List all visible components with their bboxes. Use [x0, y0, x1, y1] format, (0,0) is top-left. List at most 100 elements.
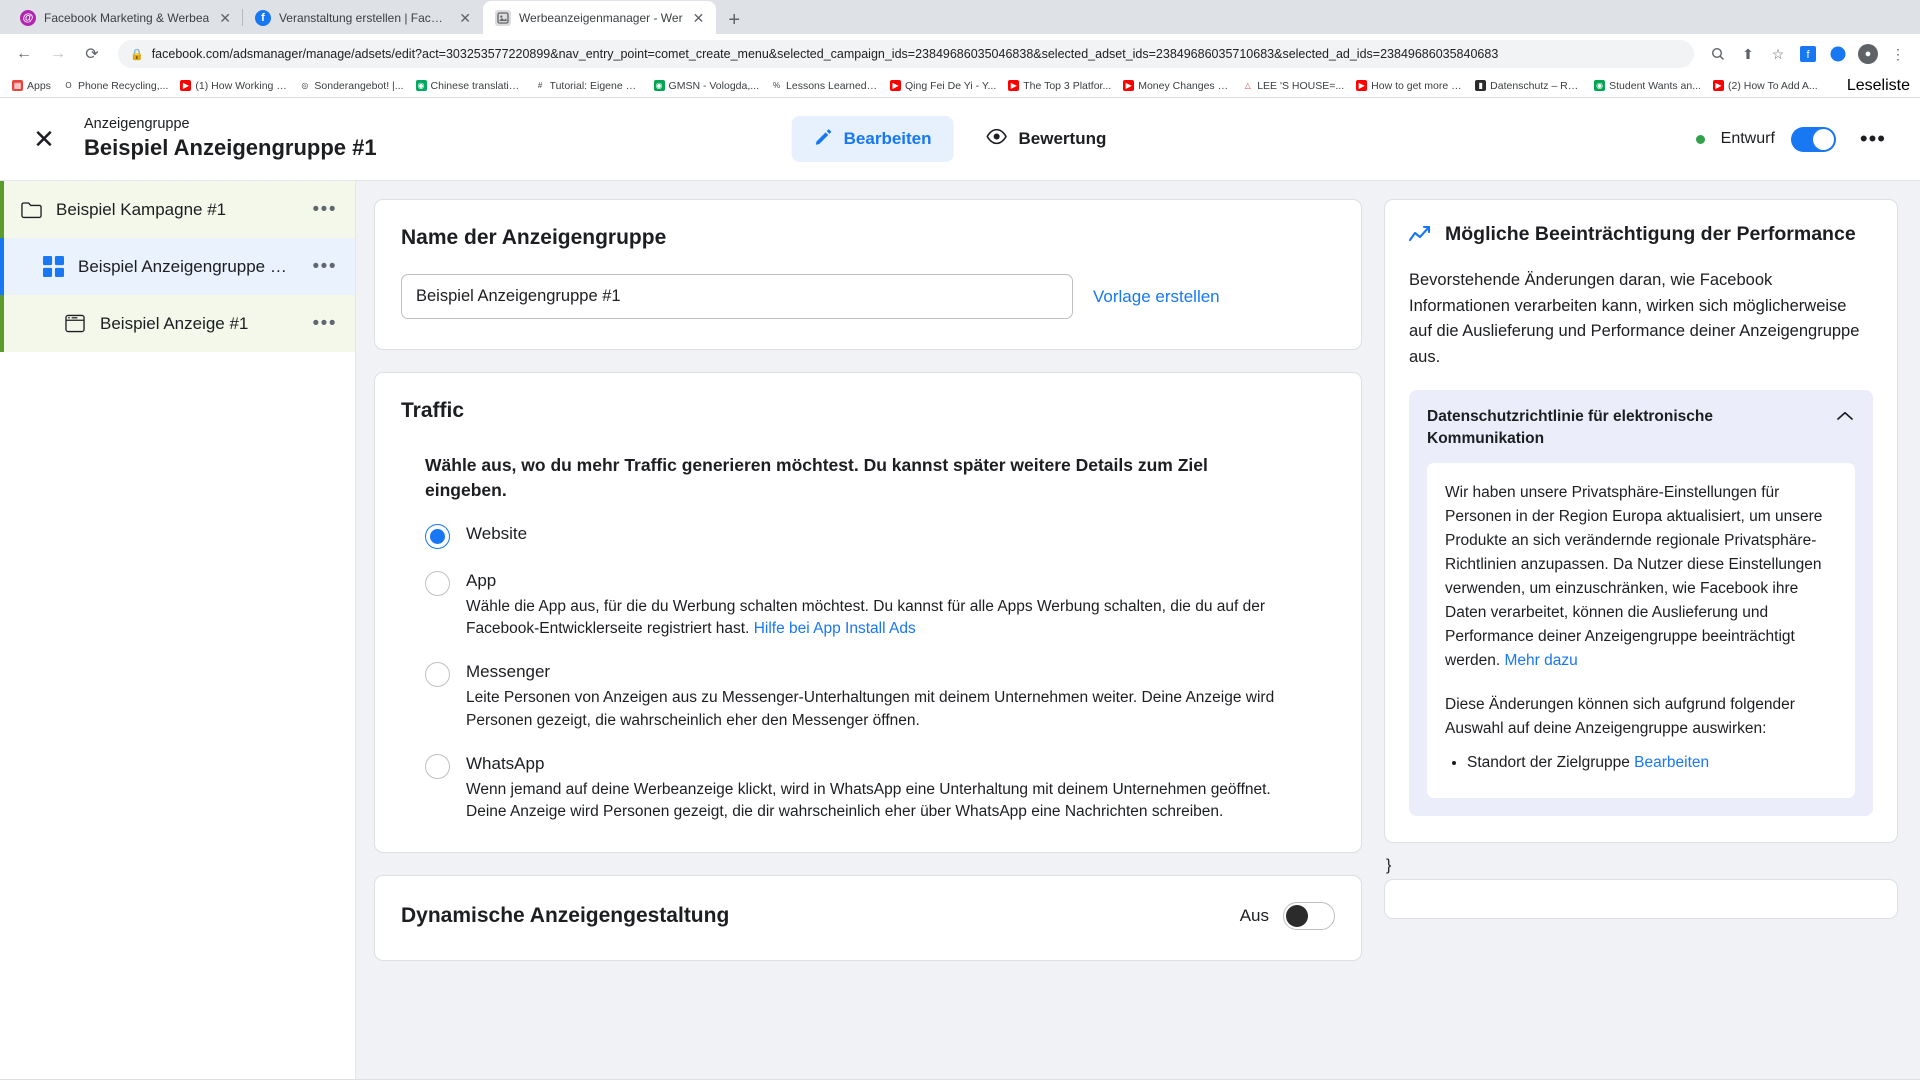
create-template-link[interactable]: Vorlage erstellen [1093, 287, 1220, 307]
right-panel: Mögliche Beeinträchtigung der Performanc… [1384, 181, 1920, 1079]
close-icon[interactable]: ✕ [457, 11, 473, 25]
status-badge: Entwurf [1720, 130, 1775, 147]
avatar: ● [1858, 44, 1878, 64]
sidebar-item-campaign[interactable]: Beispiel Kampagne #1 ••• [0, 181, 355, 238]
browser-chrome: @ Facebook Marketing & Werbea ✕ f Verans… [0, 0, 1920, 98]
app-body: Beispiel Kampagne #1 ••• Beispiel Anzeig… [0, 181, 1920, 1079]
list-item: Standort der Zielgruppe Bearbeiten [1467, 751, 1837, 776]
bookmark-item[interactable]: # Tutorial: Eigene Fa... [529, 80, 648, 92]
radio-button[interactable] [425, 570, 450, 596]
reading-list-button[interactable]: Leseliste [1847, 77, 1914, 95]
youtube-icon: ▶ [1123, 80, 1135, 91]
app-install-help-link[interactable]: Hilfe bei App Install Ads [754, 620, 916, 637]
zoom-icon[interactable] [1706, 42, 1730, 66]
close-icon[interactable]: ✕ [691, 11, 707, 25]
sidebar-item-ad[interactable]: Beispiel Anzeige #1 ••• [0, 295, 355, 352]
bookmark-item[interactable]: % Lessons Learned f... [765, 80, 884, 92]
reload-icon[interactable]: ⟳ [78, 40, 106, 68]
bookmark-item[interactable]: ▶ How to get more v... [1350, 80, 1469, 92]
tab-bewertung[interactable]: Bewertung [964, 116, 1129, 162]
bookmark-item[interactable]: ▶ Qing Fei De Yi - Y... [884, 80, 1002, 92]
youtube-icon: ▶ [890, 80, 902, 91]
toggle-knob [1812, 128, 1834, 150]
close-icon[interactable]: ✕ [26, 121, 62, 157]
traffic-question: Wähle aus, wo du mehr Traffic generieren… [425, 455, 1208, 501]
more-options-button[interactable]: ••• [1852, 128, 1894, 150]
privacy-notice-header[interactable]: Datenschutzrichtlinie für elektronische … [1427, 406, 1855, 449]
sidebar-item-label: Beispiel Anzeigengruppe … [78, 256, 287, 276]
bookmark-item[interactable]: △ LEE 'S HOUSE=... [1236, 80, 1350, 92]
radio-description: Wenn jemand auf deine Werbeanzeige klick… [466, 781, 1271, 821]
radio-option-messenger[interactable]: Messenger Leite Personen von Anzeigen au… [425, 660, 1335, 732]
bookmark-label: Lessons Learned f... [786, 79, 879, 92]
status-dot-icon [1695, 134, 1705, 144]
messenger-extension-icon[interactable] [1826, 42, 1850, 66]
bookmark-label: Student Wants an... [1609, 79, 1701, 92]
radio-button[interactable] [425, 662, 450, 688]
notice-paragraph-2: Diese Änderungen können sich aufgrund fo… [1445, 696, 1795, 738]
edit-audience-location-link[interactable]: Bearbeiten [1634, 754, 1709, 771]
bookmark-item[interactable]: ▮ Datenschutz – Re... [1469, 80, 1588, 92]
tab-bearbeiten[interactable]: Bearbeiten [791, 116, 954, 162]
bookmark-item[interactable]: ◉ Student Wants an... [1588, 80, 1707, 92]
share-icon[interactable]: ⬆ [1736, 42, 1760, 66]
sidebar-item-menu[interactable]: ••• [309, 313, 341, 335]
radio-option-app[interactable]: App Wähle die App aus, für die du Werbun… [425, 569, 1335, 641]
profile-icon[interactable]: ● [1856, 42, 1880, 66]
status-rail [0, 295, 4, 352]
sidebar-item-menu[interactable]: ••• [309, 199, 341, 221]
tab-title: Werbeanzeigenmanager - Wer [518, 10, 683, 25]
meta-icon: @ [20, 9, 36, 26]
new-tab-button[interactable]: + [716, 10, 752, 34]
bookmark-star-icon[interactable]: ☆ [1766, 42, 1790, 66]
bookmark-label: Phone Recycling,... [77, 79, 169, 92]
bookmark-item[interactable]: ▶ The Top 3 Platfor... [1002, 80, 1117, 92]
address-bar[interactable]: 🔒 facebook.com/adsmanager/manage/adsets/… [118, 40, 1694, 68]
ads-manager-icon [494, 9, 511, 26]
bookmark-item[interactable]: ◉ GMSN - Vologda,... [648, 80, 765, 92]
adset-name-input[interactable] [401, 274, 1073, 319]
sidebar-item-adset[interactable]: Beispiel Anzeigengruppe … ••• [0, 238, 355, 295]
privacy-notice: Datenschutzrichtlinie für elektronische … [1409, 390, 1873, 816]
bookmark-label: How to get more v... [1371, 79, 1464, 92]
radio-button[interactable] [425, 754, 450, 780]
radio-label: Messenger [466, 662, 551, 682]
performance-chart-icon [1408, 225, 1431, 251]
dynamic-toggle-label: Aus [1239, 905, 1269, 925]
folder-icon [20, 199, 42, 221]
site-icon: % [772, 81, 781, 90]
dynamic-creative-toggle[interactable] [1283, 901, 1335, 930]
browser-tab[interactable]: f Veranstaltung erstellen | Facebo ✕ [241, 1, 483, 34]
bookmark-item[interactable]: ▶ (2) How To Add A... [1707, 80, 1824, 92]
bookmark-item[interactable]: ▶ (1) How Working a... [174, 80, 293, 92]
dynamic-creative-card: Dynamische Anzeigengestaltung Aus [374, 874, 1362, 961]
radio-option-whatsapp[interactable]: WhatsApp Wenn jemand auf deine Werbeanze… [425, 752, 1335, 824]
bookmark-item[interactable]: ▶ Money Changes E... [1117, 80, 1236, 92]
tab-strip: @ Facebook Marketing & Werbea ✕ f Verans… [0, 0, 1920, 34]
facebook-extension-icon[interactable]: f [1796, 42, 1820, 66]
sidebar-item-menu[interactable]: ••• [309, 256, 341, 278]
status-rail [0, 181, 4, 238]
reading-list-label: Leseliste [1846, 76, 1910, 94]
bookmark-item[interactable]: ◎ Sonderangebot! |... [293, 80, 409, 92]
browser-menu-icon[interactable]: ⋮ [1886, 42, 1910, 66]
radio-option-website[interactable]: Website [425, 522, 1335, 549]
breadcrumb: Anzeigengruppe [84, 115, 190, 132]
bookmark-item[interactable]: ◉ Chinese translatio... [410, 80, 529, 92]
traffic-card: Traffic Wähle aus, wo du mehr Traffic ge… [374, 372, 1362, 853]
back-icon[interactable]: ← [10, 40, 38, 68]
bookmark-label: Sonderangebot! |... [314, 79, 404, 92]
site-icon: # [537, 81, 543, 90]
browser-tab-active[interactable]: Werbeanzeigenmanager - Wer ✕ [482, 1, 717, 34]
bookmark-label: Tutorial: Eigene Fa... [549, 79, 642, 92]
forward-icon[interactable]: → [44, 40, 72, 68]
bookmark-item[interactable]: ▦ Apps [6, 80, 57, 92]
bookmark-item[interactable]: O Phone Recycling,... [57, 80, 174, 92]
close-icon[interactable]: ✕ [217, 11, 233, 25]
browser-tab[interactable]: @ Facebook Marketing & Werbea ✕ [8, 1, 243, 34]
sidebar-item-label: Beispiel Anzeige #1 [100, 313, 249, 333]
chevron-up-icon[interactable] [1837, 409, 1855, 423]
radio-button[interactable] [425, 523, 450, 549]
adset-active-toggle[interactable] [1790, 126, 1836, 152]
learn-more-link[interactable]: Mehr dazu [1504, 652, 1577, 669]
